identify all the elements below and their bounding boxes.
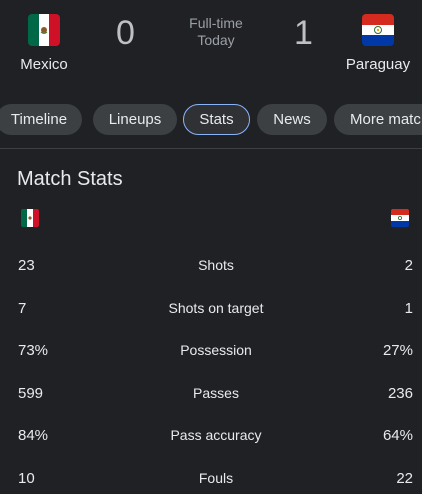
stat-home-value: 10 [18,469,35,487]
stats-list: 23 Shots 2 7 Shots on target 1 73% Posse… [0,245,422,494]
stat-label: Shots on target [168,299,264,316]
stat-label: Fouls [198,469,234,486]
away-team[interactable]: Paraguay [328,14,422,73]
match-status: Full-time Today [166,15,266,49]
stat-home-value: 7 [18,299,27,317]
tab-more-matches[interactable]: More matc [334,104,422,135]
home-team[interactable]: Mexico [0,14,94,73]
stat-row-passes: 599 Passes 236 [0,373,422,416]
stat-away-value: 22 [396,469,413,487]
stat-away-value: 2 [404,257,413,274]
stat-away-value: 27% [382,342,413,359]
home-score: 0 [116,14,135,52]
stat-away-value: 1 [404,299,413,317]
stat-row-pass-accuracy: 84% Pass accuracy 64% [0,415,422,458]
stat-label: Passes [193,384,239,401]
stat-label: Pass accuracy [170,427,262,443]
stat-home-value: 599 [18,384,44,402]
stat-home-value: 23 [18,257,35,274]
tab-bar: Timeline Lineups Stats News More matc [0,104,422,136]
stat-row-possession: 73% Possession 27% [0,330,422,373]
paraguay-flag-icon [391,209,409,227]
tab-news[interactable]: News [257,104,327,135]
home-team-name: Mexico [20,56,68,73]
status-full-time: Full-time [189,15,243,31]
status-date: Today [197,32,235,48]
mexico-flag-icon [28,14,60,46]
scoreboard: Mexico 0 Full-time Today 1 Paraguay [0,0,422,94]
tab-timeline[interactable]: Timeline [0,104,82,135]
tab-lineups[interactable]: Lineups [93,104,177,135]
stat-label: Possession [180,342,252,358]
stat-away-value: 236 [387,384,413,402]
tab-stats[interactable]: Stats [183,104,250,135]
away-team-name: Paraguay [345,56,411,73]
stat-row-fouls: 10 Fouls 22 [0,458,422,494]
stat-away-value: 64% [382,427,413,444]
stat-home-value: 73% [18,342,49,359]
stat-home-value: 84% [18,427,49,444]
paraguay-flag-icon [362,14,394,46]
away-score: 1 [294,14,313,52]
divider [0,148,422,149]
stat-row-shots-on-target: 7 Shots on target 1 [0,288,422,331]
mexico-flag-icon [21,209,39,227]
section-title: Match Stats [17,168,123,190]
stat-label: Shots [198,257,234,273]
stat-row-shots: 23 Shots 2 [0,245,422,288]
